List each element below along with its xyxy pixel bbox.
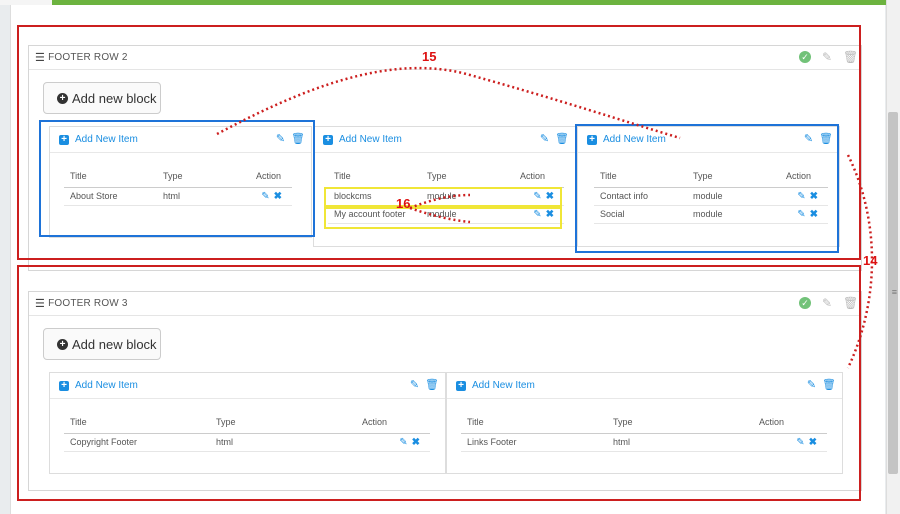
annotation-number-14: 14 xyxy=(863,253,878,268)
drag-arrow-16b xyxy=(409,206,471,224)
annotation-number-15: 15 xyxy=(422,49,437,64)
annotation-number-16: 16 xyxy=(396,196,411,211)
drag-arrow-15 xyxy=(216,66,681,140)
annotation-arrows xyxy=(216,66,874,369)
drag-arrow-16a xyxy=(409,193,471,210)
